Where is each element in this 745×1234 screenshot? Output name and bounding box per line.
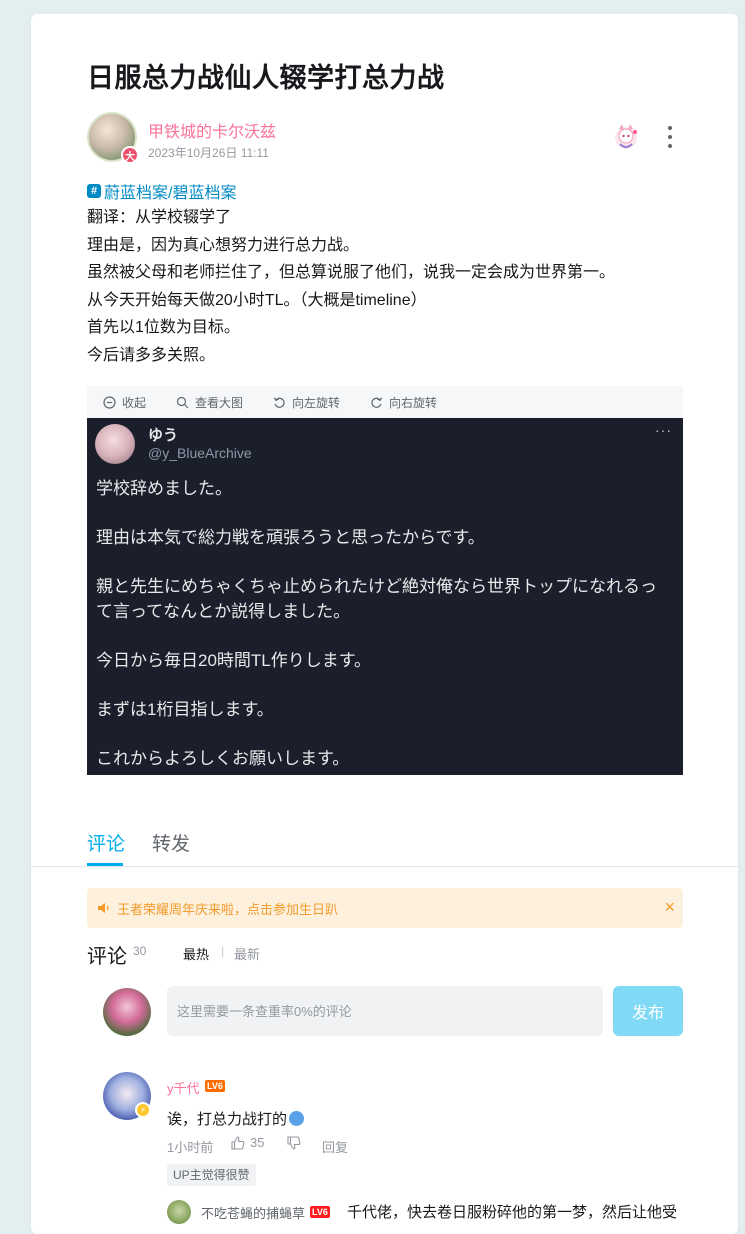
divider [31, 866, 738, 867]
dislike-button[interactable] [287, 1136, 301, 1155]
shocked-emoji-icon [289, 1111, 305, 1126]
tweet-avatar [95, 424, 135, 464]
sort-new-button[interactable]: 最新 [234, 944, 260, 963]
avatar-badge: 大 [121, 146, 139, 164]
comment-input[interactable] [167, 986, 603, 1036]
comment-time: 1小时前 [167, 1140, 214, 1155]
post-date: 2023年10月26日 11:11 [148, 146, 269, 160]
commenter-name[interactable]: y千代 [167, 1078, 200, 1097]
body-line: 今后请多多关照。 [87, 346, 216, 364]
body-line: 翻译：从学校辍学了 [87, 209, 232, 226]
view-large-button[interactable]: 查看大图 [176, 394, 243, 411]
rotate-right-icon [371, 396, 383, 408]
sort-separator: | [221, 944, 225, 958]
reply-user-name[interactable]: 不吃苍蝇的捕蝇草 [201, 1203, 305, 1222]
post-card: 日服总力战仙人辍学打总力战 大 甲铁城的卡尔沃兹 2023年10月26日 11:… [31, 14, 738, 1234]
post-body: 翻译：从学校辍学了 理由是，因为真心想努力进行总力战。 虽然被父母和老师拦住了，… [87, 204, 615, 369]
level-badge: LV6 [205, 1080, 225, 1092]
collapse-minus-circle-icon [103, 395, 116, 409]
collapse-label: 收起 [122, 395, 147, 410]
tab-comments[interactable]: 评论 [87, 829, 125, 856]
up-liked-tag: UP主觉得很赞 [167, 1164, 256, 1186]
like-button[interactable]: 35 [231, 1135, 264, 1150]
tab-reposts[interactable]: 转发 [152, 829, 190, 856]
tweet-line: 今日から毎日20時間TL作りします。 [96, 650, 372, 670]
tweet-line: これからよろしくお願いします。 [96, 748, 350, 768]
comment-text-content: 诶，打总力战打的 [167, 1111, 288, 1128]
sort-hot-button[interactable]: 最热 [183, 944, 209, 963]
more-vertical-icon[interactable] [663, 126, 677, 148]
tweet-line: 学校辞めました。 [96, 479, 232, 498]
search-icon [176, 396, 189, 408]
thumb-down-icon [287, 1136, 301, 1150]
comments-count: 30 [133, 944, 147, 958]
hashtag-icon: # [87, 184, 101, 198]
tweet-line: 親と先生にめちゃくちゃ止められたけど絶対俺なら世界トップになれるっ [96, 577, 657, 596]
close-icon[interactable]: × [664, 898, 675, 916]
tweet-handle: @y_BlueArchive [148, 445, 252, 461]
like-count: 35 [250, 1135, 265, 1150]
rotate-left-button[interactable]: 向左旋转 [273, 394, 340, 411]
tweet-line: まずは1桁目指します。 [96, 699, 274, 719]
tweet-screenshot-image[interactable]: ゆう @y_BlueArchive ··· 学校辞めました。 理由は本気で総力戦… [87, 418, 683, 775]
collapse-button[interactable]: 收起 [103, 394, 146, 411]
current-user-avatar [103, 988, 151, 1036]
image-toolbar: 收起 查看大图 向左旋转 向右旋转 [87, 386, 683, 418]
tweet-name: ゆう [148, 427, 179, 444]
rotate-right-button[interactable]: 向右旋转 [370, 394, 437, 411]
topic-label: 蔚蓝档案/碧蓝档案 [104, 185, 237, 202]
reply-button[interactable]: 回复 [322, 1137, 348, 1156]
body-line: 首先以1位数为目标。 [87, 319, 240, 336]
post-title: 日服总力战仙人辍学打总力战 [87, 63, 445, 93]
level-badge: LV6 [310, 1206, 330, 1218]
speaker-icon [97, 901, 111, 915]
comment-text: 诶，打总力战打的 [167, 1108, 305, 1129]
lightning-badge-icon: ⚡ [135, 1102, 151, 1118]
body-line: 从今天开始每天做20小时TL。（大概是timeline） [87, 291, 427, 309]
tweet-text: 学校辞めました。 理由は本気で総力戦を頑張ろうと思ったからです。 親と先生にめち… [96, 477, 676, 771]
pendant-decoration-icon [615, 124, 637, 149]
comments-heading: 评论 [87, 946, 127, 968]
rotate-left-label: 向左旋转 [292, 395, 341, 410]
body-line: 理由是，因为真心想努力进行总力战。 [87, 236, 360, 254]
body-line: 虽然被父母和老师拦住了，但总算说服了他们，说我一定会成为世界第一。 [87, 264, 616, 281]
thumb-up-icon [231, 1135, 245, 1150]
topic-link[interactable]: # 蔚蓝档案/碧蓝档案 [87, 179, 236, 203]
send-button[interactable]: 发布 [613, 986, 683, 1036]
rotate-left-icon [273, 396, 285, 408]
author-name[interactable]: 甲铁城的卡尔沃兹 [148, 118, 276, 142]
tweet-more-icon: ··· [655, 422, 672, 438]
notice-text[interactable]: 王者荣耀周年庆来啦，点击参加生日趴 [117, 899, 338, 918]
notice-banner[interactable]: 王者荣耀周年庆来啦，点击参加生日趴 × [87, 888, 683, 928]
tweet-line: て言ってなんとか説得しました。 [96, 601, 351, 621]
author-avatar[interactable]: 大 [87, 112, 139, 164]
view-large-label: 查看大图 [195, 395, 244, 410]
reply-avatar[interactable] [167, 1200, 191, 1224]
tweet-line: 理由は本気で総力戦を頑張ろうと思ったからです。 [96, 528, 485, 547]
reply-text: 千代佬，快去卷日服粉碎他的第一梦，然后让他受 [347, 1204, 678, 1221]
rotate-right-label: 向右旋转 [389, 395, 438, 410]
